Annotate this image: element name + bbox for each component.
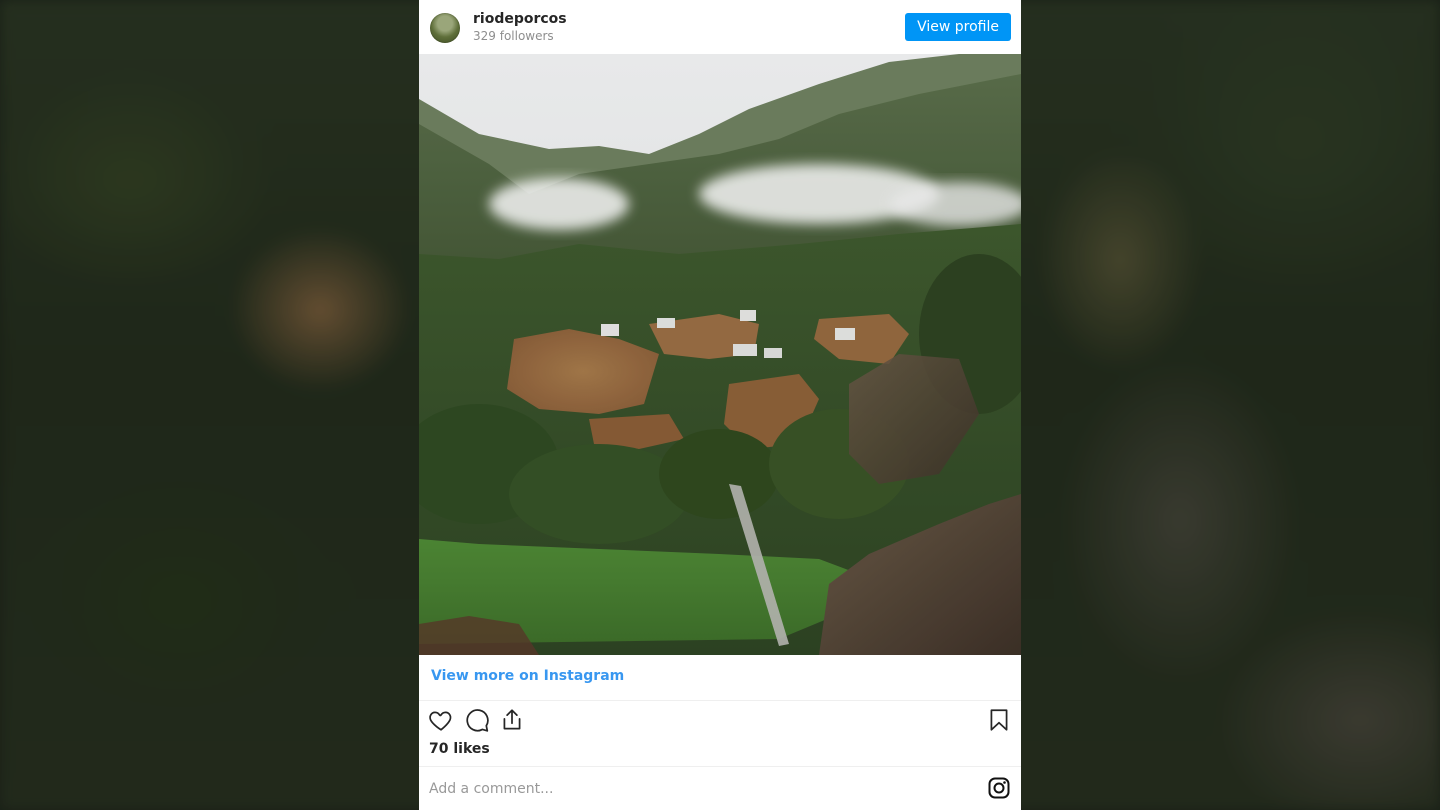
comment-icon[interactable]: [464, 707, 490, 733]
avatar[interactable]: [430, 13, 460, 43]
follower-count: 329 followers: [473, 29, 554, 43]
valley-landscape-image: [419, 54, 1021, 655]
divider: [419, 700, 1021, 701]
view-more-link[interactable]: View more on Instagram: [431, 668, 624, 684]
share-icon[interactable]: [499, 707, 525, 733]
view-profile-button[interactable]: View profile: [905, 13, 1011, 41]
comment-input[interactable]: [429, 776, 969, 802]
heart-icon[interactable]: [428, 707, 454, 733]
instagram-icon[interactable]: [987, 776, 1011, 800]
post-photo[interactable]: [419, 54, 1021, 655]
bookmark-icon[interactable]: [986, 707, 1012, 733]
action-bar: [419, 704, 1021, 738]
divider: [419, 766, 1021, 767]
username[interactable]: riodeporcos: [473, 11, 567, 27]
like-count: 70 likes: [429, 741, 490, 757]
instagram-embed-card: riodeporcos 329 followers View profile V…: [419, 0, 1021, 810]
post-header: riodeporcos 329 followers View profile: [419, 0, 1021, 55]
